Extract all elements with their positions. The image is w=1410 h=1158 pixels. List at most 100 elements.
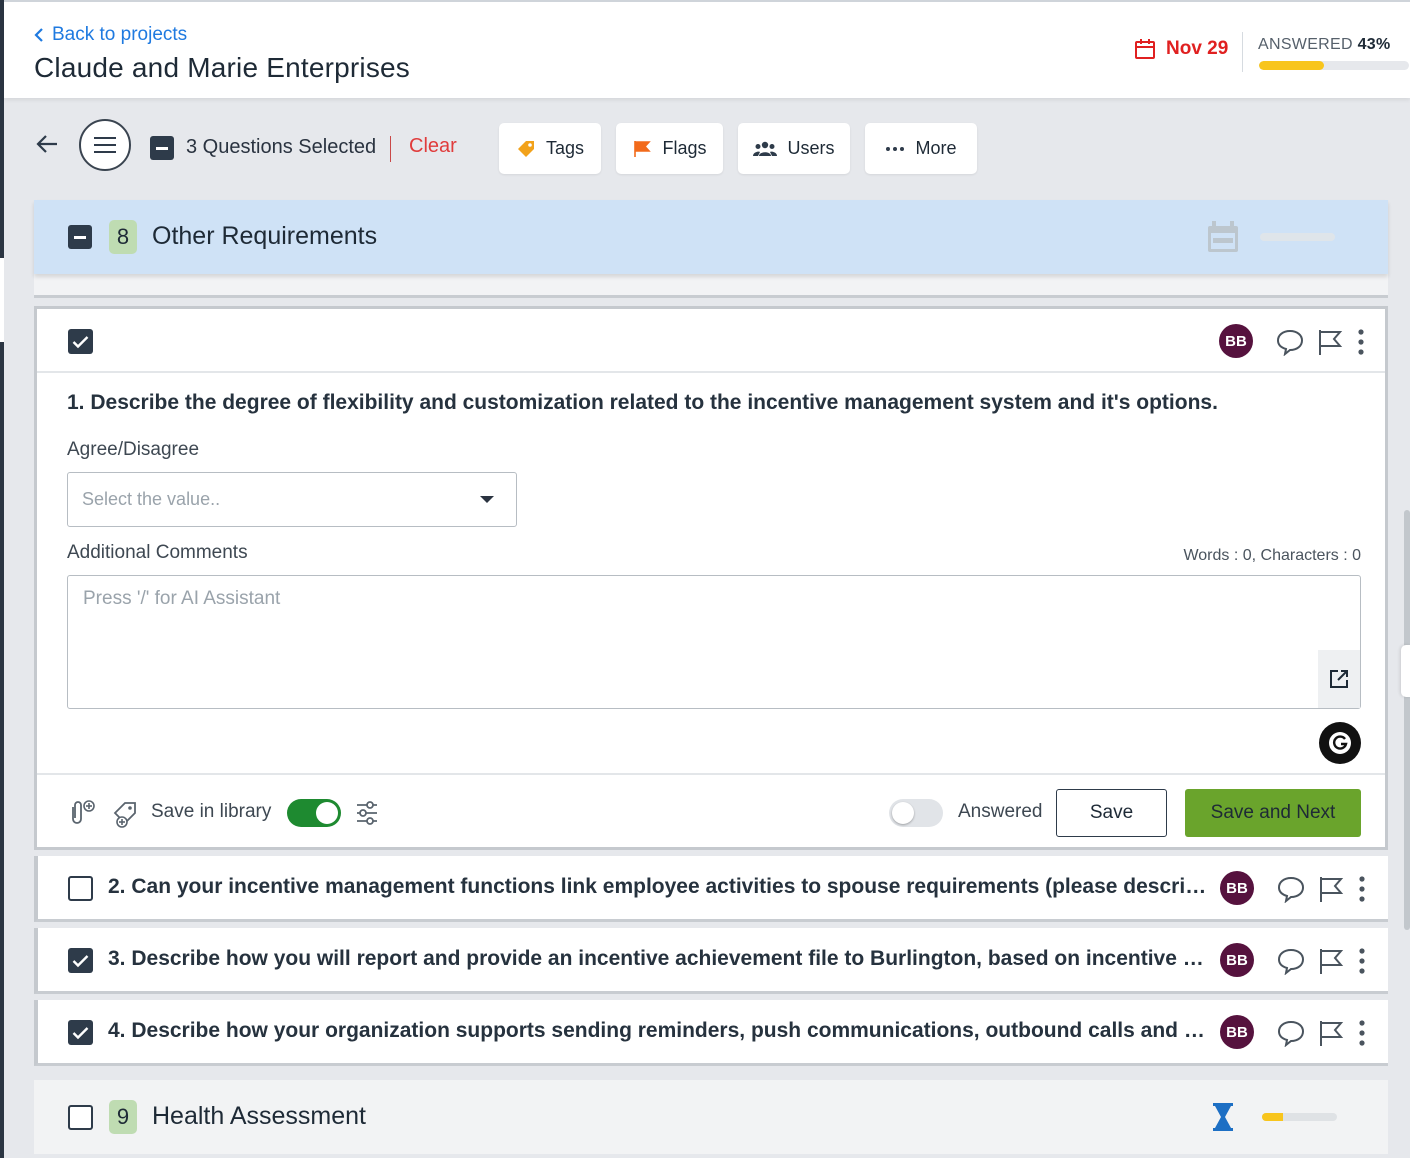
question-row-3[interactable]: 3. Describe how you will report and prov… <box>34 928 1388 994</box>
grammarly-icon <box>1329 732 1351 754</box>
checkmark-icon <box>72 335 89 348</box>
flags-button[interactable]: Flags <box>616 123 723 174</box>
section-9-number: 9 <box>109 1100 137 1134</box>
section-8-progress-bar <box>1260 233 1335 241</box>
due-date-text: Nov 29 <box>1166 38 1229 59</box>
question-3-checkbox[interactable] <box>68 948 93 973</box>
question-1-text: 1. Describe the degree of flexibility an… <box>67 391 1218 414</box>
section-9-header[interactable]: 9 Health Assessment <box>34 1080 1388 1154</box>
flag-icon[interactable] <box>1318 947 1344 975</box>
avatar[interactable]: BB <box>1219 324 1253 358</box>
users-icon <box>753 141 778 156</box>
header-divider <box>1242 32 1243 72</box>
scrollbar-thumb[interactable] <box>1404 510 1410 930</box>
question-2-text[interactable]: 2. Can your incentive management functio… <box>108 875 1208 899</box>
question-1-topbar: BB <box>37 309 1385 373</box>
additional-comments-textarea[interactable]: Press '/' for AI Assistant <box>67 575 1361 709</box>
back-link-label: Back to projects <box>52 24 188 45</box>
chevron-left-icon <box>34 28 43 42</box>
flag-icon[interactable] <box>1317 328 1343 356</box>
save-and-next-button[interactable]: Save and Next <box>1185 789 1361 837</box>
section-9-progress-fill <box>1262 1113 1283 1121</box>
comment-icon[interactable] <box>1277 875 1305 903</box>
comment-icon[interactable] <box>1277 947 1305 975</box>
menu-button[interactable] <box>79 119 131 171</box>
tag-add-icon[interactable] <box>111 799 139 829</box>
users-button-label: Users <box>787 138 835 158</box>
hamburger-icon <box>94 137 116 153</box>
deselect-all-checkbox[interactable] <box>150 136 174 160</box>
avatar[interactable]: BB <box>1220 943 1254 977</box>
section-9-progress-bar <box>1262 1113 1337 1121</box>
tags-button-label: Tags <box>545 138 585 158</box>
external-link-icon <box>1330 670 1348 688</box>
left-rail <box>0 0 4 1158</box>
kebab-menu-icon[interactable] <box>1356 947 1368 975</box>
avatar[interactable]: BB <box>1220 871 1254 905</box>
save-in-library-label: Save in library <box>151 801 272 822</box>
expand-editor-button[interactable] <box>1318 650 1360 708</box>
answered-label-text: ANSWERED <box>1258 36 1353 53</box>
question-2-checkbox[interactable] <box>68 876 93 901</box>
tags-button[interactable]: Tags <box>499 123 601 174</box>
calendar-icon[interactable] <box>1206 220 1240 254</box>
question-1-checkbox[interactable] <box>68 329 93 354</box>
answered-progress-fill <box>1259 61 1324 70</box>
answered-toggle[interactable] <box>889 799 943 827</box>
grammarly-button[interactable] <box>1319 722 1361 764</box>
settings-sliders-icon[interactable] <box>355 799 379 827</box>
back-to-projects-link[interactable]: Back to projects <box>34 24 187 46</box>
kebab-menu-icon[interactable] <box>1356 1019 1368 1047</box>
checkmark-icon <box>72 954 89 967</box>
arrow-left-icon[interactable] <box>36 134 58 154</box>
question-card-1: BB 1. Describe the degree of flexibility… <box>34 306 1388 850</box>
section-9-select-checkbox[interactable] <box>68 1105 93 1130</box>
save-in-library-toggle[interactable] <box>287 799 341 827</box>
more-horizontal-icon <box>886 146 905 151</box>
clear-selection-link[interactable]: Clear <box>409 135 457 158</box>
save-button[interactable]: Save <box>1056 789 1167 837</box>
section-8-underlay <box>34 274 1388 298</box>
section-8-select-checkbox[interactable] <box>68 225 92 249</box>
flag-icon <box>634 140 652 157</box>
question-3-text[interactable]: 3. Describe how you will report and prov… <box>108 947 1208 971</box>
question-row-4[interactable]: 4. Describe how your organization suppor… <box>34 1000 1388 1066</box>
select-placeholder: Select the value.. <box>82 489 221 509</box>
question-4-checkbox[interactable] <box>68 1020 93 1045</box>
more-button-label: More <box>915 138 957 158</box>
comments-placeholder: Press '/' for AI Assistant <box>83 588 281 609</box>
attachment-add-icon[interactable] <box>65 799 97 827</box>
section-9-title: Health Assessment <box>152 1102 366 1130</box>
users-button[interactable]: Users <box>738 123 850 174</box>
due-date: Nov 29 <box>1134 38 1228 60</box>
side-panel-handle[interactable] <box>1401 645 1410 697</box>
answered-percent: 43% <box>1357 36 1391 53</box>
flag-icon[interactable] <box>1318 875 1344 903</box>
flags-button-label: Flags <box>662 138 707 158</box>
flag-icon[interactable] <box>1318 1019 1344 1047</box>
comment-icon[interactable] <box>1277 1019 1305 1047</box>
answered-progress-bar <box>1259 61 1409 70</box>
comment-icon[interactable] <box>1276 328 1304 356</box>
question-row-2[interactable]: 2. Can your incentive management functio… <box>34 856 1388 922</box>
section-8-number: 8 <box>109 220 137 254</box>
toggle-knob <box>316 802 338 824</box>
answered-toggle-label: Answered <box>958 801 1043 822</box>
kebab-menu-icon[interactable] <box>1356 875 1368 903</box>
calendar-icon <box>1135 39 1155 59</box>
question-1-footer: Save in library Answered Save Save and N… <box>37 773 1385 847</box>
section-8-header[interactable]: 8 Other Requirements <box>34 200 1388 274</box>
more-button[interactable]: More <box>865 123 977 174</box>
question-4-text[interactable]: 4. Describe how your organization suppor… <box>108 1019 1208 1043</box>
avatar[interactable]: BB <box>1220 1015 1254 1049</box>
additional-comments-label: Additional Comments <box>67 542 248 563</box>
selected-count: 3 Questions Selected <box>186 136 377 158</box>
answered-progress-label: ANSWERED 43% <box>1258 36 1391 54</box>
left-rail-gap <box>0 258 4 342</box>
agree-disagree-label: Agree/Disagree <box>67 439 200 460</box>
project-header: Back to projects Claude and Marie Enterp… <box>4 0 1410 98</box>
checkmark-icon <box>72 1026 89 1039</box>
kebab-menu-icon[interactable] <box>1355 328 1367 356</box>
toggle-knob <box>892 802 914 824</box>
agree-disagree-select[interactable]: Select the value.. <box>67 472 517 527</box>
